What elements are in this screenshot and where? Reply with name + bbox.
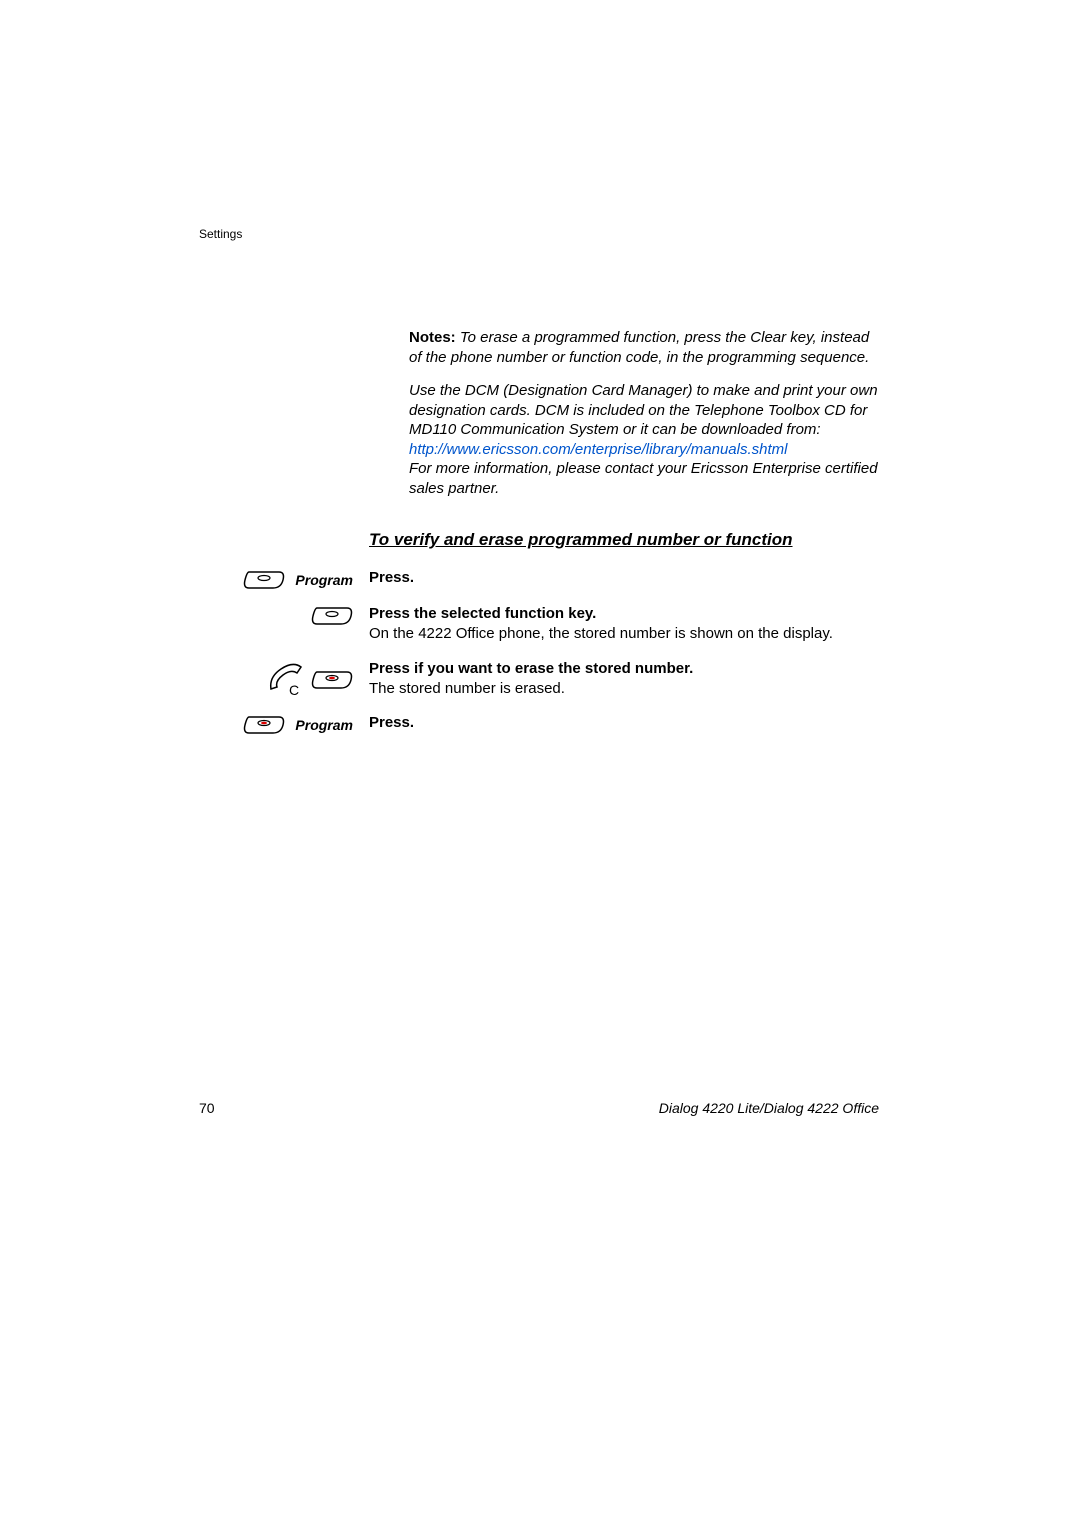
step-instruction: Press. <box>369 569 414 586</box>
step-instruction: Press the selected function key. <box>369 605 596 622</box>
notes-text-2: Use the DCM (Designation Card Manager) t… <box>409 382 878 438</box>
section-label: Settings <box>199 227 242 241</box>
step-detail: On the 4222 Office phone, the stored num… <box>369 625 833 642</box>
note-paragraph: Use the DCM (Designation Card Manager) t… <box>409 381 879 498</box>
notes-label: Notes: <box>409 329 456 346</box>
step-row: Press the selected function key. On the … <box>199 604 879 645</box>
handset-c-icon: C <box>267 661 307 699</box>
step-text: Press. <box>369 568 879 588</box>
step-row: Program Press. <box>199 568 879 590</box>
note-paragraph: Notes: To erase a programmed function, p… <box>409 328 879 367</box>
notes-text-1: To erase a programmed function, press th… <box>409 329 869 366</box>
step-icon-area: C <box>199 659 369 699</box>
step-text: Press. <box>369 713 879 733</box>
step-row: Program Press. <box>199 713 879 735</box>
oval-key-led-icon <box>311 670 353 690</box>
page-content: Notes: To erase a programmed function, p… <box>199 328 879 749</box>
page-footer: 70 Dialog 4220 Lite/Dialog 4222 Office <box>199 1100 879 1116</box>
step-instruction: Press. <box>369 714 414 731</box>
step-row: C Press if you want to erase the stored … <box>199 659 879 700</box>
page-number: 70 <box>199 1100 215 1116</box>
step-icon-area: Program <box>199 568 369 590</box>
program-label: Program <box>295 717 353 733</box>
page-header: Settings <box>199 227 242 241</box>
step-text: Press the selected function key. On the … <box>369 604 879 645</box>
notes-block: Notes: To erase a programmed function, p… <box>409 328 879 498</box>
step-detail: The stored number is erased. <box>369 680 565 697</box>
oval-key-icon <box>311 606 353 626</box>
doc-title: Dialog 4220 Lite/Dialog 4222 Office <box>659 1100 879 1116</box>
svg-text:C: C <box>289 682 299 698</box>
notes-text-3: For more information, please contact you… <box>409 460 878 497</box>
step-text: Press if you want to erase the stored nu… <box>369 659 879 700</box>
oval-key-led-icon <box>243 715 285 735</box>
section-heading: To verify and erase programmed number or… <box>369 530 879 550</box>
step-icon-area: Program <box>199 713 369 735</box>
step-instruction: Press if you want to erase the stored nu… <box>369 660 693 677</box>
program-label: Program <box>295 572 353 588</box>
notes-link[interactable]: http://www.ericsson.com/enterprise/libra… <box>409 441 787 458</box>
oval-key-icon <box>243 570 285 590</box>
step-icon-area <box>199 604 369 626</box>
